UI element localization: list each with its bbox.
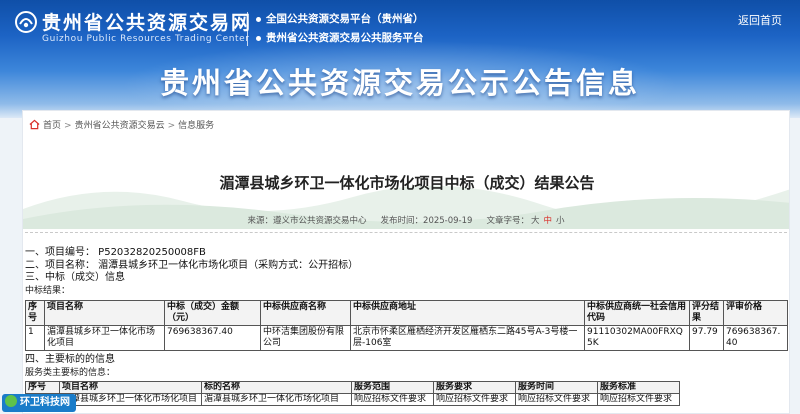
award-section-heading: 三、中标（成交）信息 <box>25 272 125 283</box>
col-header-time: 服务时间 <box>515 381 598 394</box>
bullet-icon <box>256 16 261 22</box>
project-name: 二、项目名称： 湄潭县城乡环卫一体化市场化项目（采购方式：公开招标） <box>25 259 359 271</box>
leaf-icon <box>5 395 17 407</box>
col-header-supplier: 中标供应商名称 <box>260 300 351 326</box>
cell-project: 湄潭县城乡环卫一体化市场化项目 <box>44 325 165 351</box>
cell-index: 1 <box>25 325 45 351</box>
cell-time: 响应招标文件要求 <box>515 393 598 406</box>
font-size-label: 文章字号： <box>486 216 529 226</box>
site-name-en: Guizhou Public Resources Trading Center <box>42 34 250 44</box>
platform-link-label: 全国公共资源交易平台（贵州省） <box>266 13 424 25</box>
cell-supplier: 中环洁集团股份有限公司 <box>260 325 351 351</box>
col-header-index: 序号 <box>25 300 45 326</box>
target-section: 四、主要标的的信息 服务类主要标的信息： <box>25 354 115 379</box>
site-name-cn: 贵州省公共资源交易网 <box>42 12 253 34</box>
target-section-sub: 服务类主要标的信息： <box>25 367 116 378</box>
meta-divider <box>25 232 787 233</box>
col-header-project: 项目名称 <box>59 381 202 394</box>
cell-address: 北京市怀柔区雁栖经济开发区雁栖东二路45号A-3号楼一层-106室 <box>350 325 585 351</box>
bullet-icon <box>256 35 261 41</box>
col-header-project: 项目名称 <box>44 300 165 326</box>
header-banner: 贵州省公共资源交易网 Guizhou Public Resources Trad… <box>0 0 800 118</box>
table-header-row: 序号 项目名称 中标（成交）金额（元） 中标供应商名称 中标供应商地址 中标供应… <box>25 300 788 326</box>
col-header-score: 评分结果 <box>689 300 724 326</box>
breadcrumb-separator: > <box>64 121 72 131</box>
font-size-small[interactable]: 小 <box>556 216 565 226</box>
platform-links: 全国公共资源交易平台（贵州省） 贵州省公共资源交易公共服务平台 <box>256 11 424 49</box>
project-number: 一、项目编号： P52032820250008FB <box>25 247 206 258</box>
cell-requirement: 响应招标文件要求 <box>433 393 516 406</box>
col-header-scope: 服务范围 <box>351 381 434 394</box>
breadcrumb-separator: > <box>167 121 176 131</box>
award-result-table: 序号 项目名称 中标（成交）金额（元） 中标供应商名称 中标供应商地址 中标供应… <box>25 300 788 351</box>
announcement-card: 首页 > 贵州省公共资源交易云 > 信息服务 湄潭县城乡环卫一体化市场化项目中标（成交）… <box>22 110 790 414</box>
cell-credit-code: 91110302MA00FRXQ5K <box>584 325 690 351</box>
col-header-index: 序号 <box>25 381 60 394</box>
award-result-label: 中标结果： <box>25 285 71 296</box>
breadcrumb: 首页 > 贵州省公共资源交易云 > 信息服务 <box>29 118 214 131</box>
col-header-standard: 服务标准 <box>597 381 680 394</box>
target-section-heading: 四、主要标的的信息 <box>25 354 115 365</box>
table-row: 1 湄潭县城乡环卫一体化市场化项目 769638367.40 中环洁集团股份有限… <box>25 325 788 351</box>
font-size-large[interactable]: 大 <box>531 216 540 226</box>
cell-project: 湄潭县城乡环卫一体化市场化项目 <box>59 393 202 406</box>
publish-time-label: 发布时间： <box>380 216 424 226</box>
target-info-table: 序号 项目名称 标的名称 服务范围 服务要求 服务时间 服务标准 1 湄潭县城乡… <box>25 381 680 406</box>
publish-time-value: 2025-09-19 <box>423 216 473 226</box>
cell-standard: 响应招标文件要求 <box>597 393 680 406</box>
header-divider <box>247 12 248 46</box>
platform-link-national[interactable]: 全国公共资源交易平台（贵州省） <box>256 11 424 30</box>
site-logo-icon <box>15 11 37 33</box>
col-header-amount: 中标（成交）金额（元） <box>164 300 261 326</box>
platform-link-provincial[interactable]: 贵州省公共资源交易公共服务平台 <box>256 30 424 49</box>
source-label: 来源： <box>247 216 273 226</box>
col-header-credit-code: 中标供应商统一社会信用代码 <box>584 300 690 326</box>
col-header-requirement: 服务要求 <box>433 381 516 394</box>
article-body: 一、项目编号： P52032820250008FB 二、项目名称： 湄潭县城乡环… <box>25 247 787 297</box>
table-header-row: 序号 项目名称 标的名称 服务范围 服务要求 服务时间 服务标准 <box>25 381 680 394</box>
watermark-text: 环卫科技网 <box>20 397 70 408</box>
article-meta: 来源：遵义市公共资源交易中心 发布时间：2025-09-19 文章字号：大中小 <box>23 214 789 226</box>
banner-title: 贵州省公共资源交易公示公告信息 <box>159 66 640 100</box>
cell-amount: 769638367.40 <box>164 325 261 351</box>
source-value: 遵义市公共资源交易中心 <box>273 216 367 226</box>
cell-price: 769638367.40 <box>723 325 788 351</box>
watermark-badge: 环卫科技网 <box>2 394 76 412</box>
article-title: 湄潭县城乡环卫一体化市场化项目中标（成交）结果公告 <box>219 174 595 192</box>
breadcrumb-item-cloud[interactable]: 贵州省公共资源交易云 <box>75 121 165 131</box>
table-row: 1 湄潭县城乡环卫一体化市场化项目 湄潭县城乡环卫一体化市场化项目 响应招标文件… <box>25 393 680 406</box>
home-icon[interactable] <box>29 119 40 130</box>
cell-target: 湄潭县城乡环卫一体化市场化项目 <box>201 393 352 406</box>
cell-score: 97.79 <box>689 325 724 351</box>
cell-scope: 响应招标文件要求 <box>351 393 434 406</box>
col-header-address: 中标供应商地址 <box>350 300 585 326</box>
font-size-medium[interactable]: 中 <box>543 216 552 226</box>
platform-link-label: 贵州省公共资源交易公共服务平台 <box>266 32 424 44</box>
col-header-price: 评审价格 <box>723 300 788 326</box>
breadcrumb-item-info[interactable]: 信息服务 <box>178 121 214 131</box>
breadcrumb-item-home[interactable]: 首页 <box>43 121 61 131</box>
back-home-link[interactable]: 返回首页 <box>738 12 782 28</box>
col-header-target: 标的名称 <box>201 381 352 394</box>
